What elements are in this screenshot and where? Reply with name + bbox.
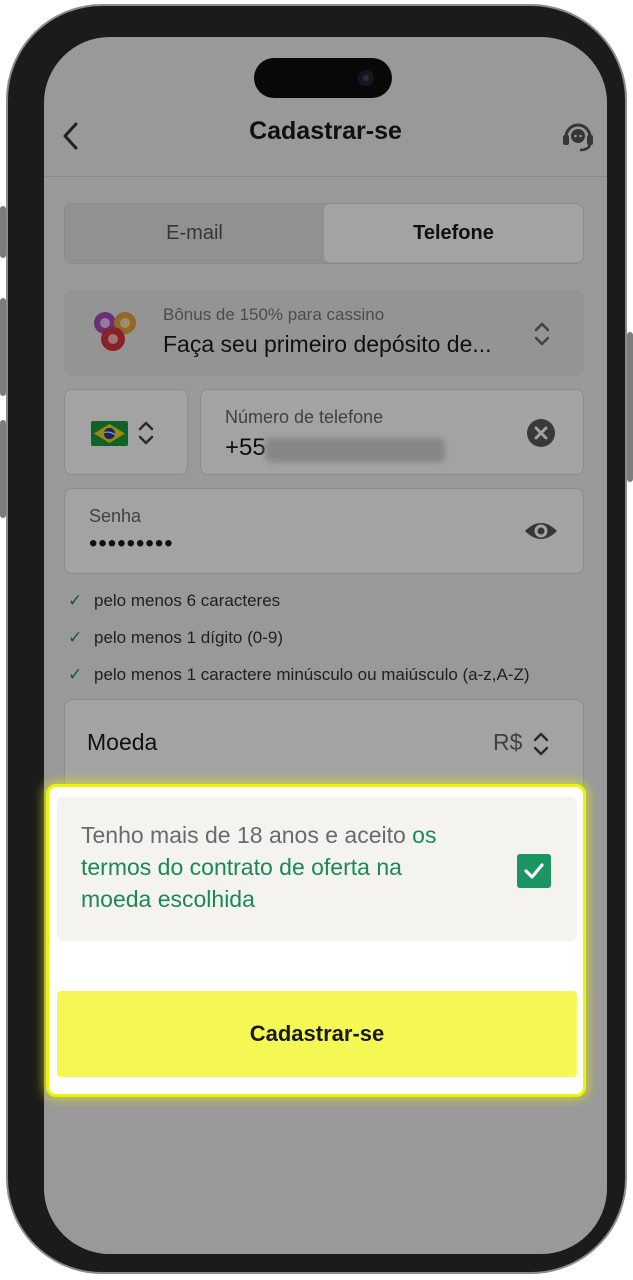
close-circle-icon[interactable] — [527, 419, 555, 447]
password-field[interactable]: Senha ••••••••• — [64, 488, 584, 574]
page-title: Cadastrar-se — [249, 117, 402, 145]
chevron-up-down-icon — [533, 732, 549, 756]
brazil-flag-icon — [91, 421, 128, 446]
currency-label: Moeda — [87, 729, 158, 755]
casino-chips-icon — [94, 312, 136, 351]
camera-icon — [358, 70, 374, 86]
password-rule: ✓ pelo menos 1 caractere minúsculo ou mai… — [68, 665, 530, 685]
bonus-selector[interactable]: Bônus de 150% para cassino Faça seu prim… — [64, 290, 584, 376]
phone-side-button — [627, 332, 633, 482]
terms-agreement: Tenho mais de 18 anos e aceito os termos… — [57, 797, 577, 941]
submit-button-label: Cadastrar-se — [249, 1021, 385, 1046]
check-icon: ✓ — [68, 591, 83, 610]
tab-telefone[interactable]: Telefone — [324, 204, 583, 262]
bonus-title: Faça seu primeiro depósito de... — [163, 331, 492, 357]
password-rule-text: pelo menos 1 caractere minúsculo ou maiú… — [94, 665, 530, 684]
phone-number-redacted — [265, 438, 445, 462]
phone-side-button — [0, 420, 6, 518]
currency-value: R$ — [493, 729, 523, 755]
bonus-subtitle: Bônus de 150% para cassino — [163, 305, 385, 324]
password-label: Senha — [89, 506, 142, 526]
terms-prefix: Tenho mais de 18 anos e aceito — [81, 822, 413, 848]
check-icon: ✓ — [68, 628, 83, 647]
headset-icon[interactable] — [560, 117, 596, 153]
signup-method-tabs: E-mail Telefone — [64, 203, 584, 264]
password-rule: ✓ pelo menos 1 dígito (0-9) — [68, 628, 283, 648]
phone-side-button — [0, 206, 6, 258]
phone-number-label: Número de telefone — [225, 407, 384, 427]
password-rule: ✓ pelo menos 6 caracteres — [68, 591, 280, 611]
phone-prefix: +55 — [225, 434, 266, 461]
terms-checkbox[interactable] — [517, 854, 551, 888]
chevron-up-down-icon — [138, 421, 154, 445]
eye-icon[interactable] — [523, 517, 559, 545]
currency-selector[interactable]: Moeda R$ — [64, 699, 584, 791]
header-divider — [44, 176, 607, 177]
phone-number-field[interactable]: Número de telefone +55 — [200, 389, 584, 475]
terms-text: Tenho mais de 18 anos e aceito os termos… — [81, 819, 461, 915]
phone-side-button — [0, 298, 6, 396]
password-rule-text: pelo menos 6 caracteres — [94, 591, 281, 610]
chevron-up-down-icon — [534, 322, 550, 346]
dynamic-island — [254, 58, 392, 98]
submit-button[interactable]: Cadastrar-se — [57, 991, 577, 1077]
check-icon: ✓ — [68, 665, 83, 684]
country-code-selector[interactable] — [64, 389, 188, 475]
password-value: ••••••••• — [89, 530, 174, 557]
password-rule-text: pelo menos 1 dígito (0-9) — [94, 628, 283, 647]
tab-email[interactable]: E-mail — [65, 204, 324, 262]
highlighted-region: Tenho mais de 18 anos e aceito os termos… — [46, 784, 586, 1097]
